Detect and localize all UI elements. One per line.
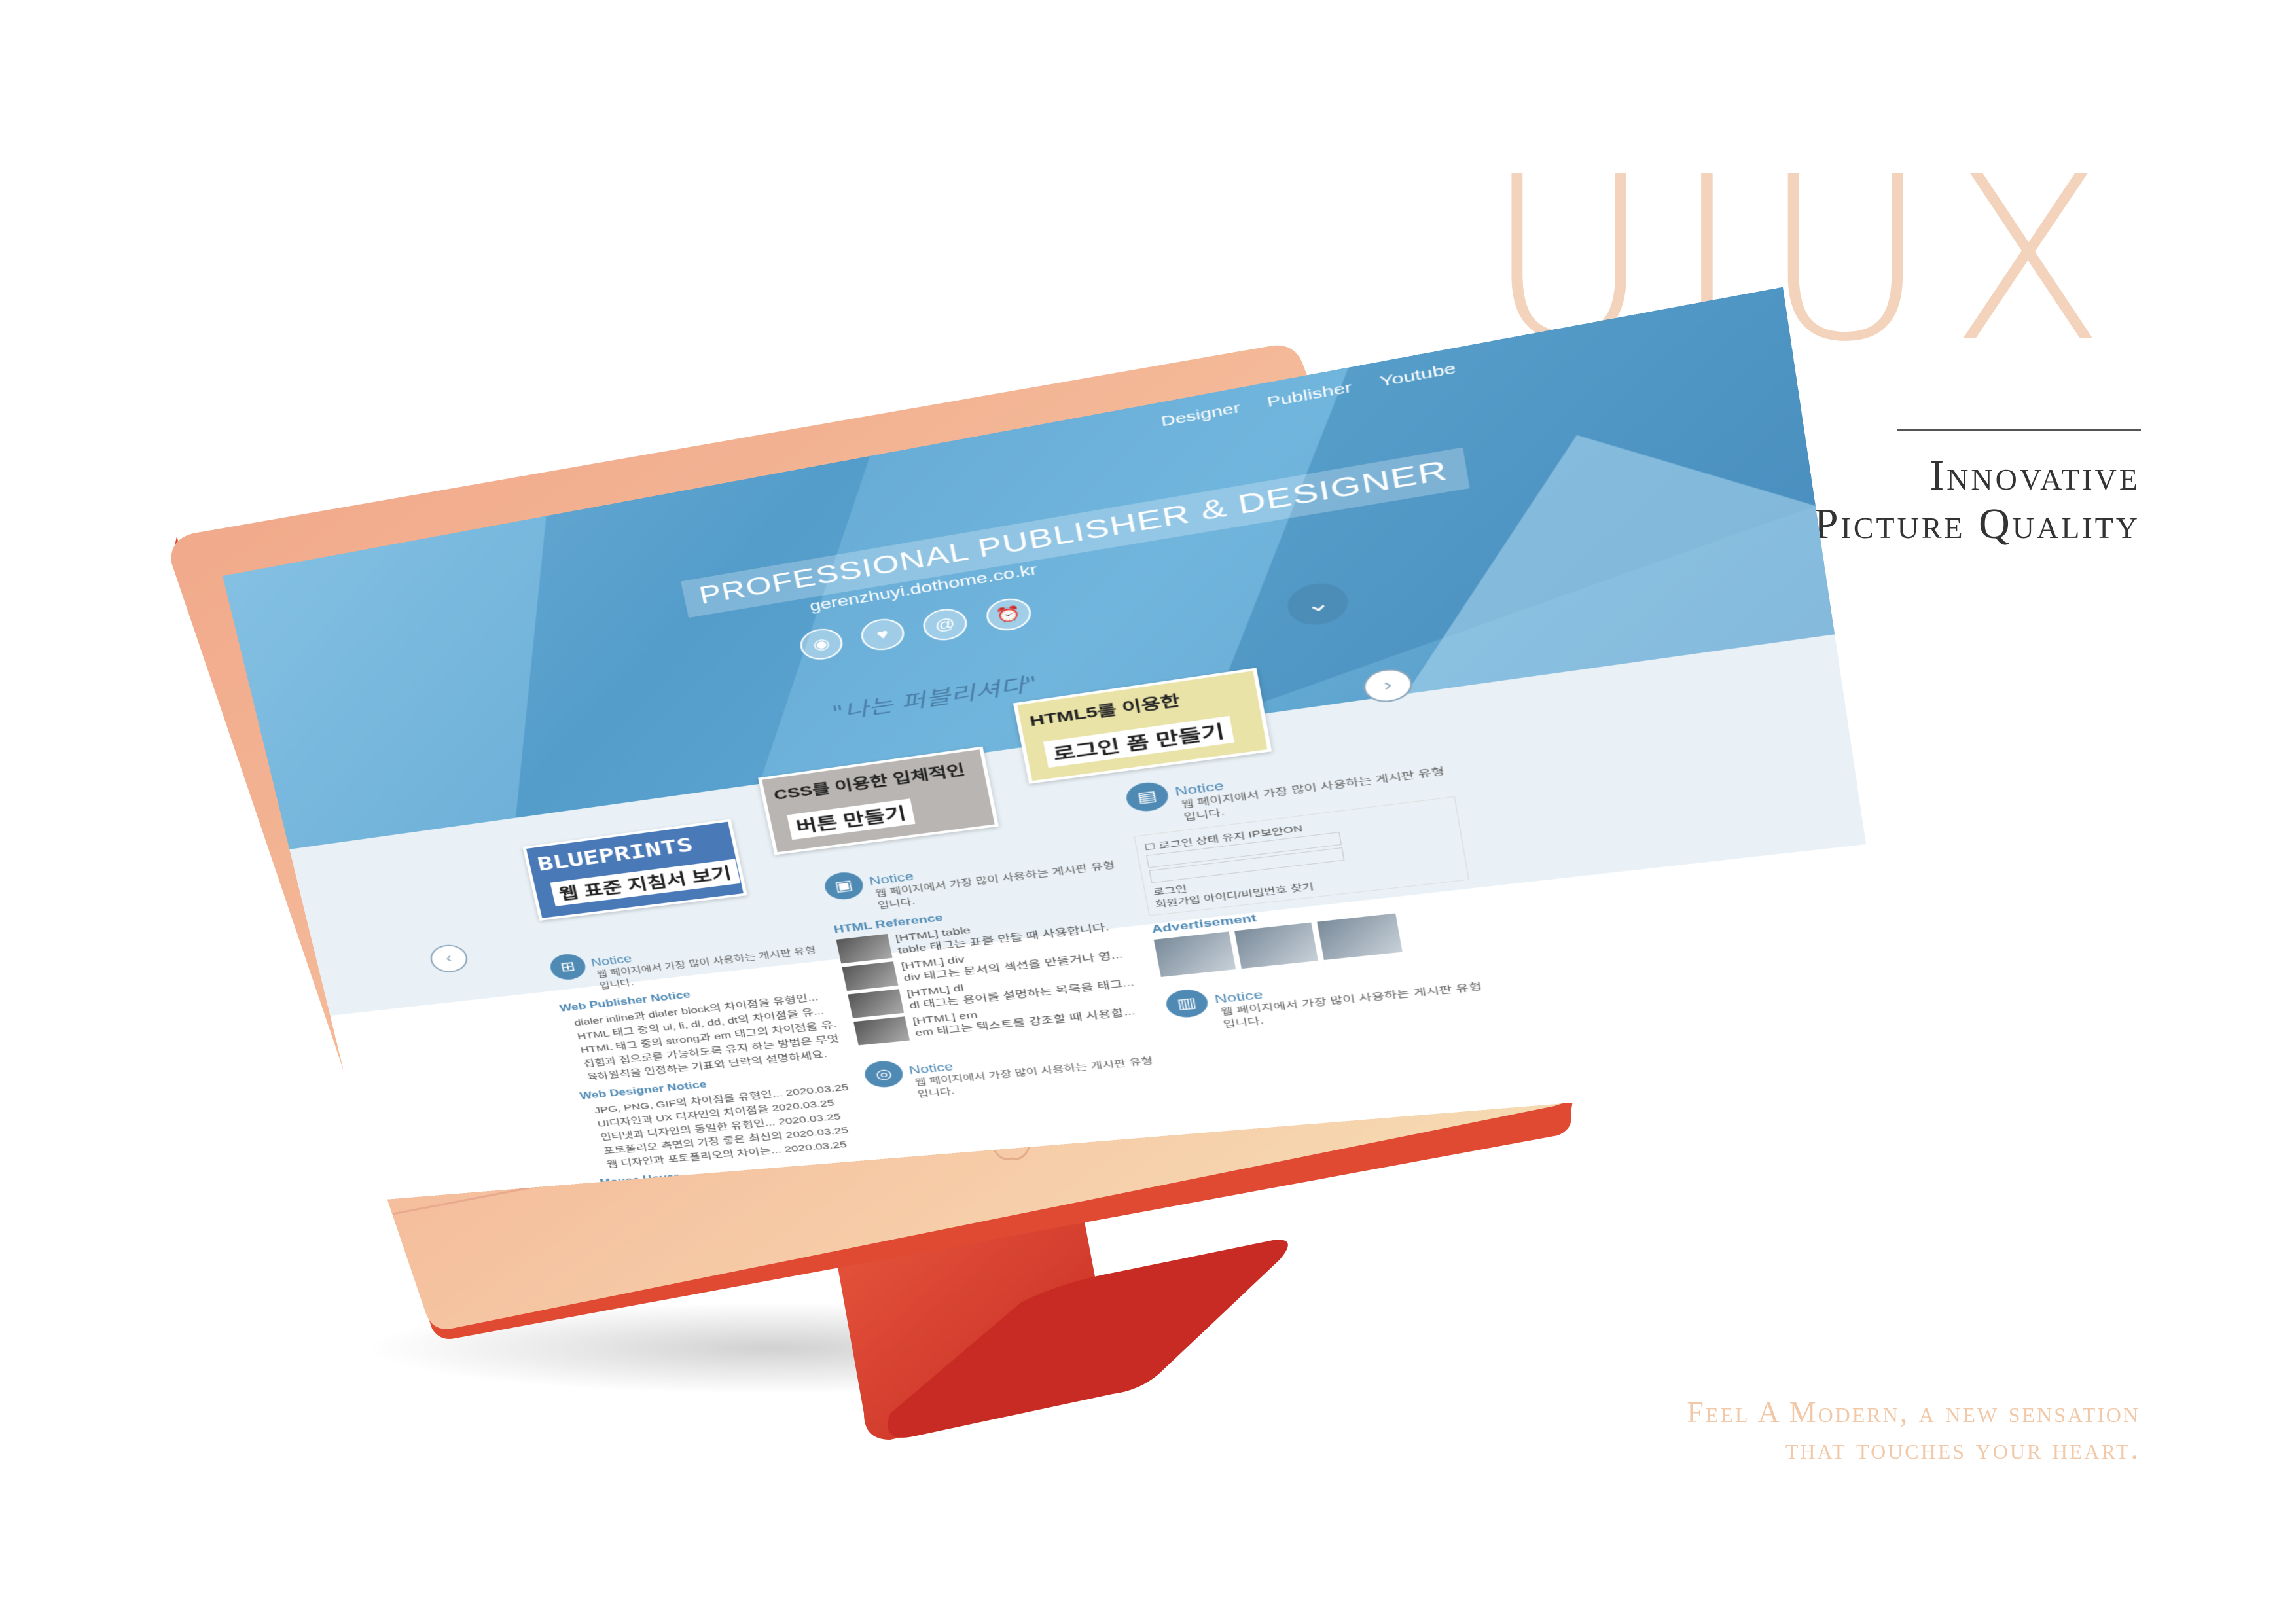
card-bottom-text: 버튼 만들기 xyxy=(787,798,915,840)
ref-thumbnail xyxy=(848,989,904,1018)
column-notice-c: ▤ Notice 웹 페이지에서 가장 많이 사용하는 게시판 유형입니다. ☐ … xyxy=(1124,743,1491,1035)
website-screen: Designer Publisher Youtube PROFESSIONAL … xyxy=(223,287,1901,1200)
ad-image[interactable] xyxy=(1234,923,1318,969)
chart-icon: ▤ xyxy=(1124,780,1170,813)
image-icon: ▣ xyxy=(822,870,865,902)
screen-area: Designer Publisher Youtube PROFESSIONAL … xyxy=(0,0,2296,1623)
remember-checkbox[interactable]: ☐ xyxy=(1143,842,1156,853)
plus-square-icon: ⊞ xyxy=(548,952,588,982)
at-icon[interactable]: @ xyxy=(920,606,969,643)
column-notice-a: ⊞ Notice 웹 페이지에서 가장 많이 사용하는 게시판 유형입니다. We… xyxy=(548,925,869,1192)
column-notice-b: ▣ Notice 웹 페이지에서 가장 많이 사용하는 게시판 유형입니다. HT… xyxy=(822,838,1162,1104)
ad-image[interactable] xyxy=(1317,914,1402,961)
camera-icon: ◎ xyxy=(863,1060,906,1089)
document-icon: ▥ xyxy=(1164,988,1210,1019)
ref-thumbnail xyxy=(842,961,898,991)
ref-thumbnail xyxy=(836,934,892,963)
heart-icon[interactable]: ♥ xyxy=(858,616,906,652)
record-icon[interactable]: ◉ xyxy=(797,626,845,662)
ad-image[interactable] xyxy=(1154,931,1236,977)
ref-thumbnail xyxy=(853,1016,910,1045)
